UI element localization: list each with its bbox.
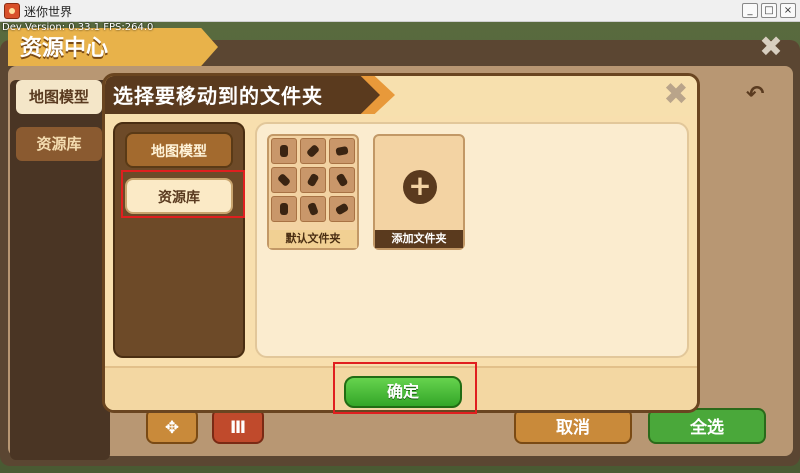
thumbnail-item xyxy=(300,167,326,193)
close-icon[interactable]: ✖ xyxy=(756,32,786,62)
window-close-button[interactable]: × xyxy=(780,3,796,18)
sidebar-item-map-models[interactable]: 地图模型 xyxy=(125,132,233,168)
thumbnail-item xyxy=(329,167,355,193)
select-all-button[interactable]: 全选 xyxy=(648,408,766,444)
plus-icon: + xyxy=(403,170,437,204)
folder-default[interactable]: 默认文件夹 xyxy=(267,134,359,250)
tab-map-models[interactable]: 地图模型 xyxy=(16,80,102,114)
thumbnail-item xyxy=(271,196,297,222)
thumbnail-item xyxy=(329,138,355,164)
back-arrow-icon[interactable]: ↶ xyxy=(746,82,764,107)
thumbnail-item xyxy=(271,167,297,193)
move-icon[interactable]: ✥ xyxy=(146,408,198,444)
highlight-outline xyxy=(333,362,477,414)
minimize-button[interactable]: _ xyxy=(742,3,758,18)
add-folder-button[interactable]: + 添加文件夹 xyxy=(373,134,465,250)
add-folder-label: 添加文件夹 xyxy=(375,230,463,248)
app-icon xyxy=(4,3,20,19)
trash-icon[interactable]: Ⅲ xyxy=(212,408,264,444)
cancel-button[interactable]: 取消 xyxy=(514,408,632,444)
window-titlebar: 迷你世界 _ □ × xyxy=(0,0,800,22)
thumbnail-item xyxy=(300,196,326,222)
dialog-body: 地图模型 资源库 默认文件夹 + 添加文件夹 xyxy=(111,120,691,366)
tab-resource-library[interactable]: 资源库 xyxy=(16,127,102,161)
dialog-title: 选择要移动到的文件夹 xyxy=(113,84,323,108)
thumbnail-item xyxy=(300,138,326,164)
close-icon[interactable]: ✖ xyxy=(661,80,691,110)
resource-center-title: 资源中心 xyxy=(20,36,109,61)
dialog-sidebar: 地图模型 资源库 xyxy=(113,122,245,358)
folder-grid: 默认文件夹 + 添加文件夹 xyxy=(255,122,689,358)
folder-default-label: 默认文件夹 xyxy=(269,230,357,248)
window-title: 迷你世界 xyxy=(24,5,73,19)
thumbnail-item xyxy=(329,196,355,222)
thumbnail-item xyxy=(271,138,297,164)
highlight-outline xyxy=(121,170,245,218)
dev-info: Dev Version: 0.33.1 FPS:264.0 xyxy=(2,22,154,33)
folder-thumbnail xyxy=(271,138,355,224)
folder-picker-dialog: 选择要移动到的文件夹 ✖ 地图模型 资源库 默认文件夹 + 添加文件夹 确定 xyxy=(102,73,700,414)
maximize-button[interactable]: □ xyxy=(761,3,777,18)
